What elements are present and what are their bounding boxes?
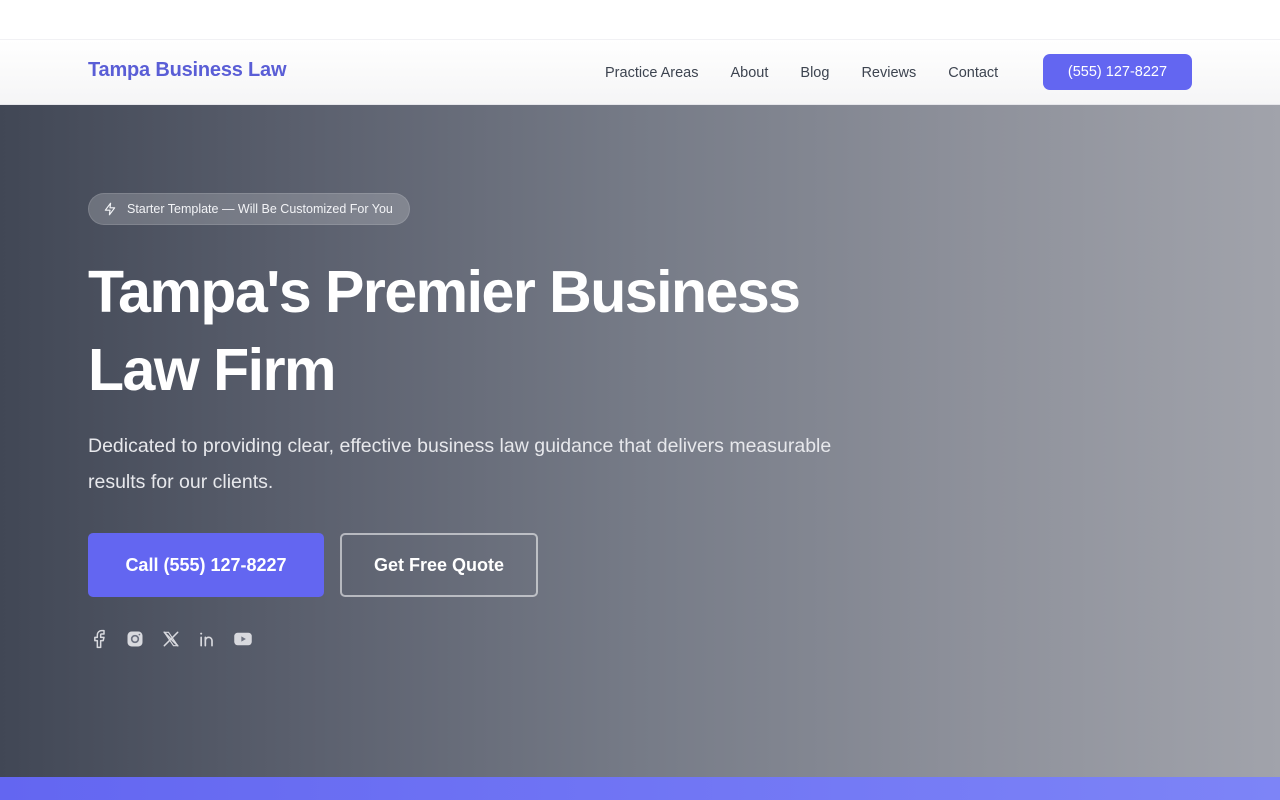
hero-title-line-1: Tampa's Premier Business [88, 259, 801, 325]
hero-title-line-2: Law Firm [88, 337, 337, 403]
free-quote-button[interactable]: Get Free Quote [340, 533, 538, 597]
call-button[interactable]: Call (555) 127-8227 [88, 533, 324, 597]
youtube-icon[interactable] [232, 628, 254, 650]
social-links [88, 627, 268, 651]
header-phone-button[interactable]: (555) 127-8227 [1043, 54, 1192, 90]
hero-subtitle: Dedicated to providing clear, effective … [88, 435, 832, 493]
x-icon[interactable] [160, 628, 182, 650]
next-section-band [0, 777, 1280, 800]
hero-section: Starter Template — Will Be Customized Fo… [0, 105, 1280, 777]
nav-link-about[interactable]: About [731, 65, 769, 81]
main-nav: Practice Areas About Blog Reviews Contac… [605, 40, 998, 105]
site-header: Tampa Business Law Practice Areas About … [0, 40, 1280, 105]
sparkle-icon [103, 202, 117, 216]
badge-text: Starter Template — Will Be Customized Fo… [127, 202, 393, 216]
instagram-icon[interactable] [124, 628, 146, 650]
facebook-icon[interactable] [88, 628, 110, 650]
hero-title: Tampa's Premier Business Law Firm [88, 253, 848, 409]
brand-logo[interactable]: Tampa Business Law [88, 59, 287, 82]
nav-link-blog[interactable]: Blog [800, 65, 829, 81]
top-strip [0, 0, 1280, 40]
nav-link-reviews[interactable]: Reviews [861, 65, 916, 81]
nav-link-practice-areas[interactable]: Practice Areas [605, 65, 699, 81]
template-badge: Starter Template — Will Be Customized Fo… [88, 193, 410, 225]
nav-link-contact[interactable]: Contact [948, 65, 998, 81]
linkedin-icon[interactable] [196, 628, 218, 650]
